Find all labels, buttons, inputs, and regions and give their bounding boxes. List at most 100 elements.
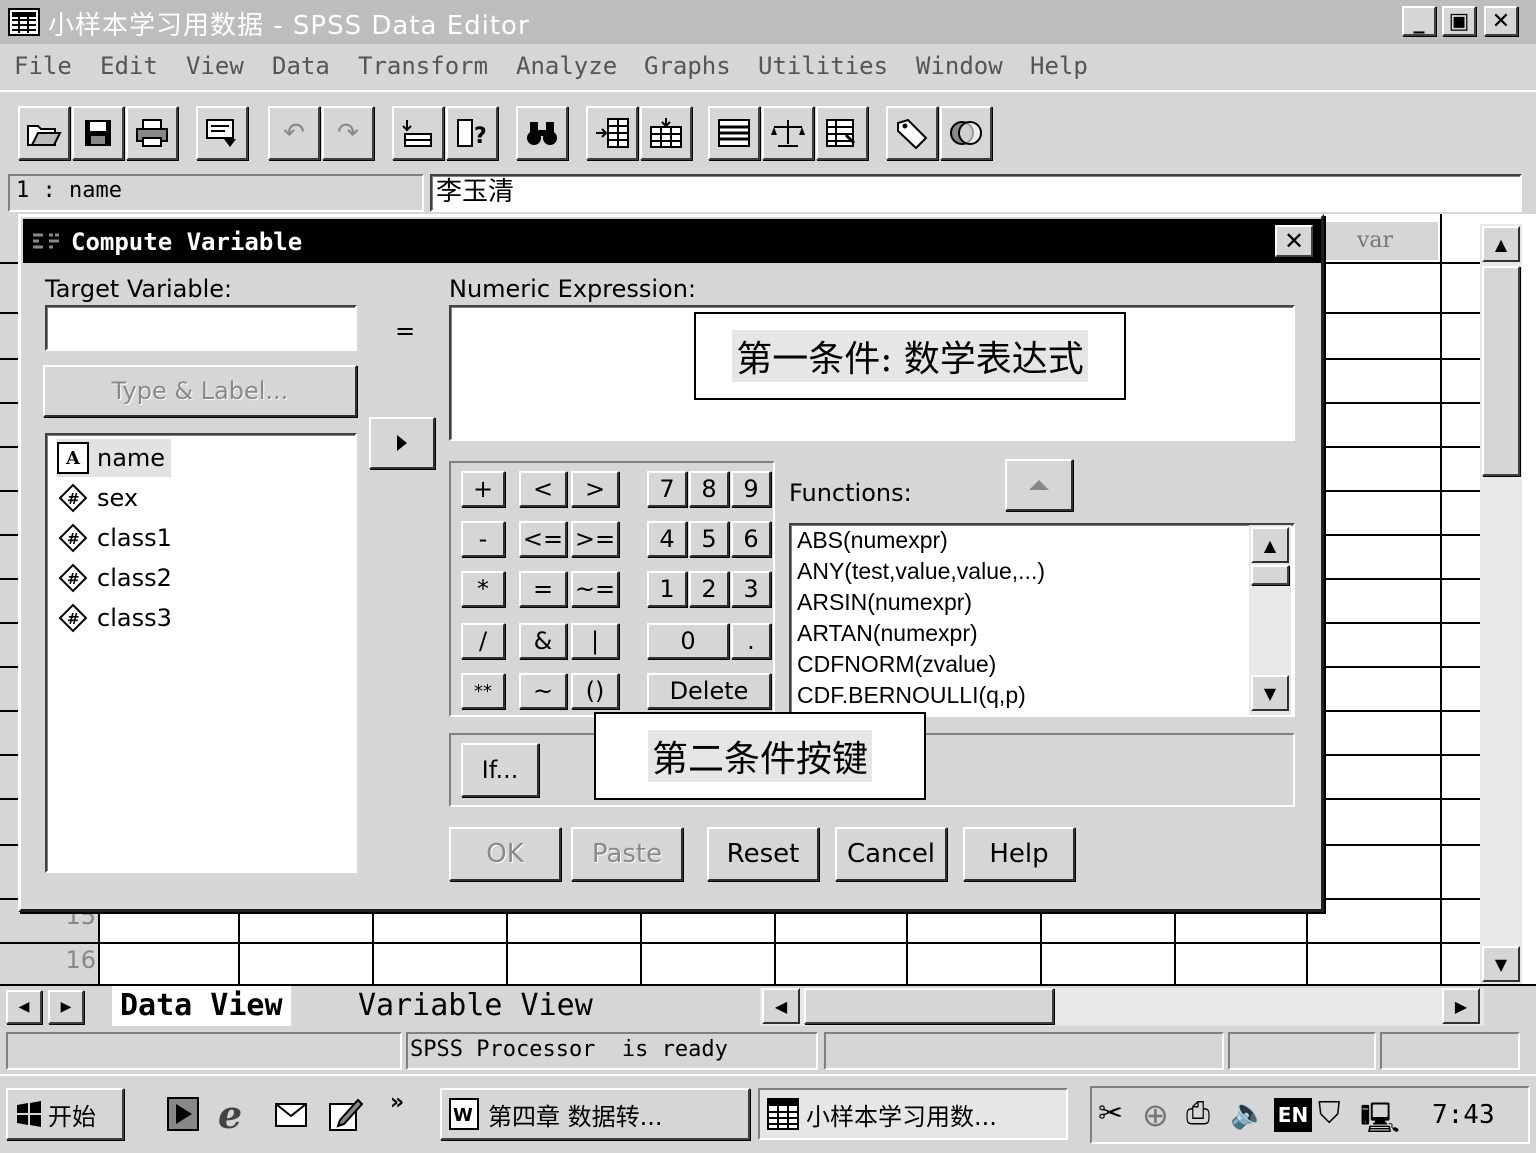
key-less-than[interactable]: < xyxy=(519,471,567,507)
menu-view[interactable]: View xyxy=(186,52,244,80)
menu-data[interactable]: Data xyxy=(272,52,330,80)
goto-case-icon[interactable] xyxy=(392,106,444,160)
help-button[interactable]: Help xyxy=(963,827,1075,881)
menu-graphs[interactable]: Graphs xyxy=(644,52,731,80)
scroll-up-arrow-icon[interactable]: ▲ xyxy=(1251,527,1289,563)
functions-scrollbar[interactable]: ▲ ▼ xyxy=(1249,525,1291,715)
weight-cases-scale-icon[interactable] xyxy=(762,106,814,160)
scroll-up-arrow-icon[interactable]: ▲ xyxy=(1482,226,1520,262)
tray-shield-icon[interactable]: ⛉ xyxy=(1318,1096,1358,1136)
key-3[interactable]: 3 xyxy=(731,571,771,607)
open-file-icon[interactable] xyxy=(18,106,70,160)
list-item[interactable]: A name xyxy=(57,439,172,477)
tray-printer-icon[interactable]: ⎙ xyxy=(1186,1096,1226,1136)
key-and[interactable]: & xyxy=(519,623,567,659)
key-plus[interactable]: + xyxy=(461,471,505,507)
tab-variable-view[interactable]: Variable View xyxy=(358,986,593,1026)
list-item[interactable]: CDFNORM(zvalue) xyxy=(797,651,996,678)
key-5[interactable]: 5 xyxy=(689,521,729,557)
close-button[interactable]: ✕ xyxy=(1484,6,1518,36)
key-or[interactable]: | xyxy=(571,623,619,659)
menu-analyze[interactable]: Analyze xyxy=(516,52,617,80)
list-item[interactable]: # class1 xyxy=(57,519,172,557)
split-file-icon[interactable] xyxy=(708,106,760,160)
outlook-express-icon[interactable] xyxy=(272,1094,312,1134)
key-equals[interactable]: = xyxy=(519,571,567,607)
paste-button[interactable]: Paste xyxy=(571,827,683,881)
type-label-button[interactable]: Type & Label... xyxy=(43,365,357,417)
move-variable-arrow-icon[interactable] xyxy=(369,417,435,469)
value-labels-tag-icon[interactable] xyxy=(886,106,938,160)
menu-edit[interactable]: Edit xyxy=(100,52,158,80)
scroll-thumb[interactable] xyxy=(804,988,1054,1024)
cancel-button[interactable]: Cancel xyxy=(835,827,947,881)
variable-list[interactable]: A name # sex # class1 # class2 # class3 xyxy=(45,433,357,873)
key-parentheses[interactable]: () xyxy=(571,673,619,709)
key-9[interactable]: 9 xyxy=(731,471,771,507)
vertical-scrollbar[interactable]: ▲ ▼ xyxy=(1480,224,1522,984)
reset-button[interactable]: Reset xyxy=(707,827,819,881)
menu-window[interactable]: Window xyxy=(916,52,1003,80)
dialog-recall-icon[interactable] xyxy=(196,106,248,160)
tray-network-icon[interactable]: ⊕ xyxy=(1142,1096,1182,1136)
if-button[interactable]: If... xyxy=(461,743,539,797)
paste-function-arrow-icon[interactable] xyxy=(1005,459,1073,511)
tray-tool-icon[interactable]: ✂ xyxy=(1098,1096,1138,1136)
show-desktop-icon[interactable] xyxy=(166,1094,202,1134)
key-minus[interactable]: - xyxy=(461,521,505,557)
print-icon[interactable] xyxy=(126,106,178,160)
list-item[interactable]: ARSIN(numexpr) xyxy=(797,589,972,616)
taskbar-item-spss[interactable]: 小样本学习用数... xyxy=(758,1088,1068,1140)
key-less-equal[interactable]: <= xyxy=(519,521,567,557)
insert-variable-icon[interactable] xyxy=(640,106,692,160)
list-item[interactable]: # class3 xyxy=(57,599,172,637)
tab-scroll-right-arrow-icon[interactable]: ▶ xyxy=(48,990,84,1024)
tab-data-view[interactable]: Data View xyxy=(112,986,291,1026)
key-multiply[interactable]: * xyxy=(461,571,505,607)
list-item[interactable]: # sex xyxy=(57,479,138,517)
cell-value-input[interactable]: 李玉清 xyxy=(430,174,1522,212)
select-cases-icon[interactable] xyxy=(816,106,868,160)
target-variable-input[interactable] xyxy=(45,305,357,351)
undo-icon[interactable]: ↶ xyxy=(268,106,320,160)
ok-button[interactable]: OK xyxy=(449,827,561,881)
scroll-thumb[interactable] xyxy=(1482,266,1520,476)
tab-scroll-left-arrow-icon[interactable]: ◀ xyxy=(6,990,42,1024)
list-item[interactable]: # class2 xyxy=(57,559,172,597)
key-0[interactable]: 0 xyxy=(647,623,729,659)
key-greater-equal[interactable]: >= xyxy=(571,521,619,557)
menu-file[interactable]: File xyxy=(14,52,72,80)
tray-language-indicator[interactable]: EN xyxy=(1274,1098,1312,1132)
internet-explorer-icon[interactable]: e xyxy=(218,1092,258,1137)
list-item[interactable]: ABS(numexpr) xyxy=(797,527,948,554)
maximize-button[interactable]: ▣ xyxy=(1442,6,1476,36)
key-6[interactable]: 6 xyxy=(731,521,771,557)
scroll-thumb[interactable] xyxy=(1251,565,1289,585)
variables-info-icon[interactable]: ? xyxy=(446,106,498,160)
scroll-down-arrow-icon[interactable]: ▼ xyxy=(1251,675,1289,711)
column-header-var[interactable]: var xyxy=(1312,222,1438,260)
key-not[interactable]: ~ xyxy=(519,673,567,709)
notepad-icon[interactable] xyxy=(326,1094,366,1134)
redo-icon[interactable]: ↷ xyxy=(322,106,374,160)
dialog-close-icon[interactable]: ✕ xyxy=(1275,225,1313,257)
row-number-16[interactable]: 16 xyxy=(60,946,96,974)
menu-transform[interactable]: Transform xyxy=(358,52,488,80)
list-item[interactable]: ANY(test,value,value,...) xyxy=(797,558,1045,585)
key-not-equal[interactable]: ~= xyxy=(571,571,619,607)
minimize-button[interactable]: _ xyxy=(1402,6,1436,36)
tray-computer-icon[interactable]: 🖳 xyxy=(1360,1096,1400,1136)
quicklaunch-more-icon[interactable]: » xyxy=(390,1090,404,1115)
key-4[interactable]: 4 xyxy=(647,521,687,557)
key-divide[interactable]: / xyxy=(461,623,505,659)
list-item[interactable]: CDF.BERNOULLI(q,p) xyxy=(797,682,1026,709)
key-power[interactable]: ** xyxy=(461,673,505,709)
scroll-right-arrow-icon[interactable]: ▶ xyxy=(1442,988,1480,1024)
list-item[interactable]: ARTAN(numexpr) xyxy=(797,620,978,647)
tray-volume-icon[interactable]: 🔈 xyxy=(1230,1096,1270,1136)
key-2[interactable]: 2 xyxy=(689,571,729,607)
key-decimal[interactable]: . xyxy=(731,623,771,659)
menu-help[interactable]: Help xyxy=(1030,52,1088,80)
horizontal-scrollbar[interactable]: ◀ ▶ xyxy=(760,988,1484,1026)
scroll-down-arrow-icon[interactable]: ▼ xyxy=(1482,946,1520,982)
